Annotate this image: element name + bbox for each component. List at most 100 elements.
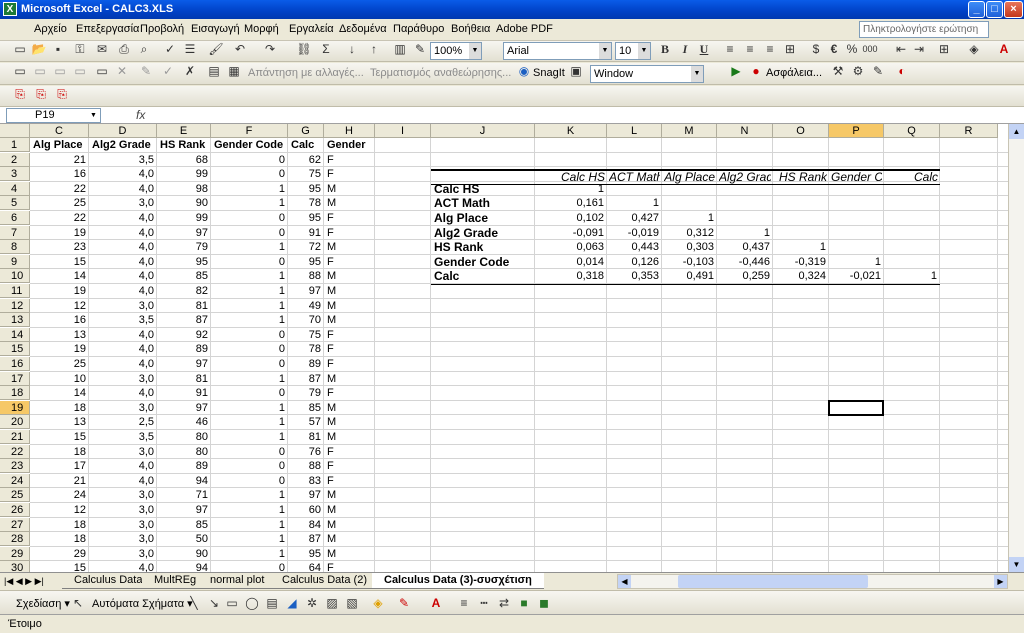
data-cell[interactable]: 95	[160, 255, 208, 269]
data-cell[interactable]: 0	[214, 255, 285, 269]
correlation-header-cell[interactable]: HS Rank	[775, 169, 827, 185]
security-button[interactable]: Ασφάλεια...	[766, 67, 822, 79]
data-cell[interactable]: F	[327, 153, 372, 167]
data-cell[interactable]: 95	[291, 255, 321, 269]
data-cell[interactable]: 3,0	[92, 401, 154, 415]
column-header[interactable]: G	[288, 124, 324, 138]
data-cell[interactable]: 1	[214, 532, 285, 546]
correlation-value-cell[interactable]: 0,318	[537, 269, 604, 283]
row-header[interactable]: 24	[0, 473, 30, 488]
bold-button[interactable]: B	[657, 41, 673, 57]
data-cell[interactable]: F	[327, 445, 372, 459]
data-cell[interactable]: M	[327, 488, 372, 502]
italic-button[interactable]: I	[677, 41, 693, 57]
reject-change-icon[interactable]: ✗	[182, 63, 198, 79]
correlation-value-cell[interactable]: 0,427	[609, 211, 659, 225]
data-cell[interactable]: 95	[291, 211, 321, 225]
data-cell[interactable]: 0	[214, 211, 285, 225]
align-right-icon[interactable]: ≡	[762, 41, 778, 57]
data-cell[interactable]: 79	[291, 386, 321, 400]
correlation-value-cell[interactable]: 0,303	[664, 240, 714, 254]
data-cell[interactable]: 0	[214, 386, 285, 400]
excel-icon[interactable]: X	[3, 2, 17, 16]
sheet-tab[interactable]: Calculus Data	[62, 573, 155, 589]
decrease-indent-icon[interactable]: ⇤	[893, 41, 909, 57]
font-combo[interactable]: Arial ▼	[503, 42, 612, 60]
print-preview-icon[interactable]: ⌕	[136, 41, 152, 57]
row-header[interactable]: 4	[0, 181, 30, 196]
data-cell[interactable]: 3,0	[92, 503, 154, 517]
undo-icon[interactable]: ↶	[232, 41, 248, 57]
percent-icon[interactable]: %	[844, 41, 860, 57]
data-cell[interactable]: 1	[214, 182, 285, 196]
data-cell[interactable]: 15	[33, 561, 86, 572]
correlation-value-cell[interactable]: 1	[831, 255, 881, 269]
tab-scroll-icon[interactable]: |◀ ◀ ▶ ▶|	[4, 573, 44, 589]
align-center-icon[interactable]: ≡	[742, 41, 758, 57]
correlation-value-cell[interactable]: 0,312	[664, 226, 714, 240]
menu-item[interactable]: Μορφή	[244, 23, 279, 35]
scroll-left-icon[interactable]: ◀	[618, 575, 631, 588]
correlation-value-cell[interactable]: -0,021	[831, 269, 881, 283]
sort-ascending-icon[interactable]: ↓	[344, 41, 360, 57]
row-header[interactable]: 17	[0, 371, 30, 386]
data-cell[interactable]: M	[327, 518, 372, 532]
menu-item[interactable]: Επεξεργασία	[76, 23, 139, 35]
correlation-row-label[interactable]: ACT Math	[434, 196, 532, 210]
data-cell[interactable]: M	[327, 240, 372, 254]
email-icon[interactable]: ✉	[94, 41, 110, 57]
font-size-combo[interactable]: 10 ▼	[615, 42, 651, 60]
correlation-row-label[interactable]: Calc HS	[434, 182, 532, 196]
data-cell[interactable]: F	[327, 328, 372, 342]
drawing-icon[interactable]: ✎	[412, 41, 428, 57]
data-cell[interactable]: 0	[214, 445, 285, 459]
row-header[interactable]: 23	[0, 459, 30, 474]
picture-icon[interactable]: ▧	[344, 595, 360, 611]
data-cell[interactable]: 4,0	[92, 269, 154, 283]
data-cell[interactable]: 97	[291, 284, 321, 298]
data-cell[interactable]: 91	[160, 386, 208, 400]
data-cell[interactable]: 46	[160, 415, 208, 429]
menu-item[interactable]: Εργαλεία	[289, 23, 334, 35]
data-cell[interactable]: 81	[291, 430, 321, 444]
row-header[interactable]: 18	[0, 386, 30, 401]
data-cell[interactable]: 97	[160, 503, 208, 517]
row-header[interactable]: 2	[0, 152, 30, 167]
data-cell[interactable]: 75	[291, 167, 321, 181]
data-cell[interactable]: 64	[291, 561, 321, 572]
correlation-header-cell[interactable]: ACT Math	[609, 169, 660, 185]
data-cell[interactable]: 72	[291, 240, 321, 254]
column-header[interactable]: P	[829, 124, 884, 138]
arrow-style-icon[interactable]: ⇄	[496, 595, 512, 611]
research-icon[interactable]: ☰	[182, 41, 198, 57]
menu-item[interactable]: Παράθυρο	[393, 23, 444, 35]
data-cell[interactable]: M	[327, 401, 372, 415]
data-cell[interactable]: 15	[33, 255, 86, 269]
correlation-header-cell[interactable]: Calc	[886, 169, 938, 185]
correlation-value-cell[interactable]: 0,014	[537, 255, 604, 269]
data-cell[interactable]: 1	[214, 313, 285, 327]
column-header[interactable]: D	[89, 124, 157, 138]
data-cell[interactable]: 79	[160, 240, 208, 254]
data-cell[interactable]: 1	[214, 284, 285, 298]
maximize-button[interactable]: □	[986, 1, 1003, 18]
convert-to-pdf-icon[interactable]: ⎘	[12, 86, 28, 102]
data-cell[interactable]: 14	[33, 386, 86, 400]
data-cell[interactable]: 1	[214, 269, 285, 283]
new-comment-icon[interactable]: ▭	[12, 63, 28, 79]
scroll-thumb[interactable]	[678, 575, 868, 588]
data-cell[interactable]: 0	[214, 328, 285, 342]
data-cell[interactable]: 16	[33, 167, 86, 181]
correlation-value-cell[interactable]: 0,259	[719, 269, 770, 283]
data-cell[interactable]: 99	[160, 211, 208, 225]
data-cell[interactable]: 22	[33, 211, 86, 225]
data-cell[interactable]: 21	[33, 474, 86, 488]
data-cell[interactable]: 76	[291, 445, 321, 459]
show-all-comments-icon[interactable]: ▭	[94, 63, 110, 79]
column-header[interactable]: C	[30, 124, 89, 138]
sheet-tab[interactable]: Calculus Data (3)-συσχέτιση	[372, 573, 544, 589]
correlation-value-cell[interactable]: 0,443	[609, 240, 659, 254]
data-cell[interactable]: 18	[33, 445, 86, 459]
data-cell[interactable]: 22	[33, 182, 86, 196]
send-review-icon[interactable]: ▦	[226, 63, 242, 79]
